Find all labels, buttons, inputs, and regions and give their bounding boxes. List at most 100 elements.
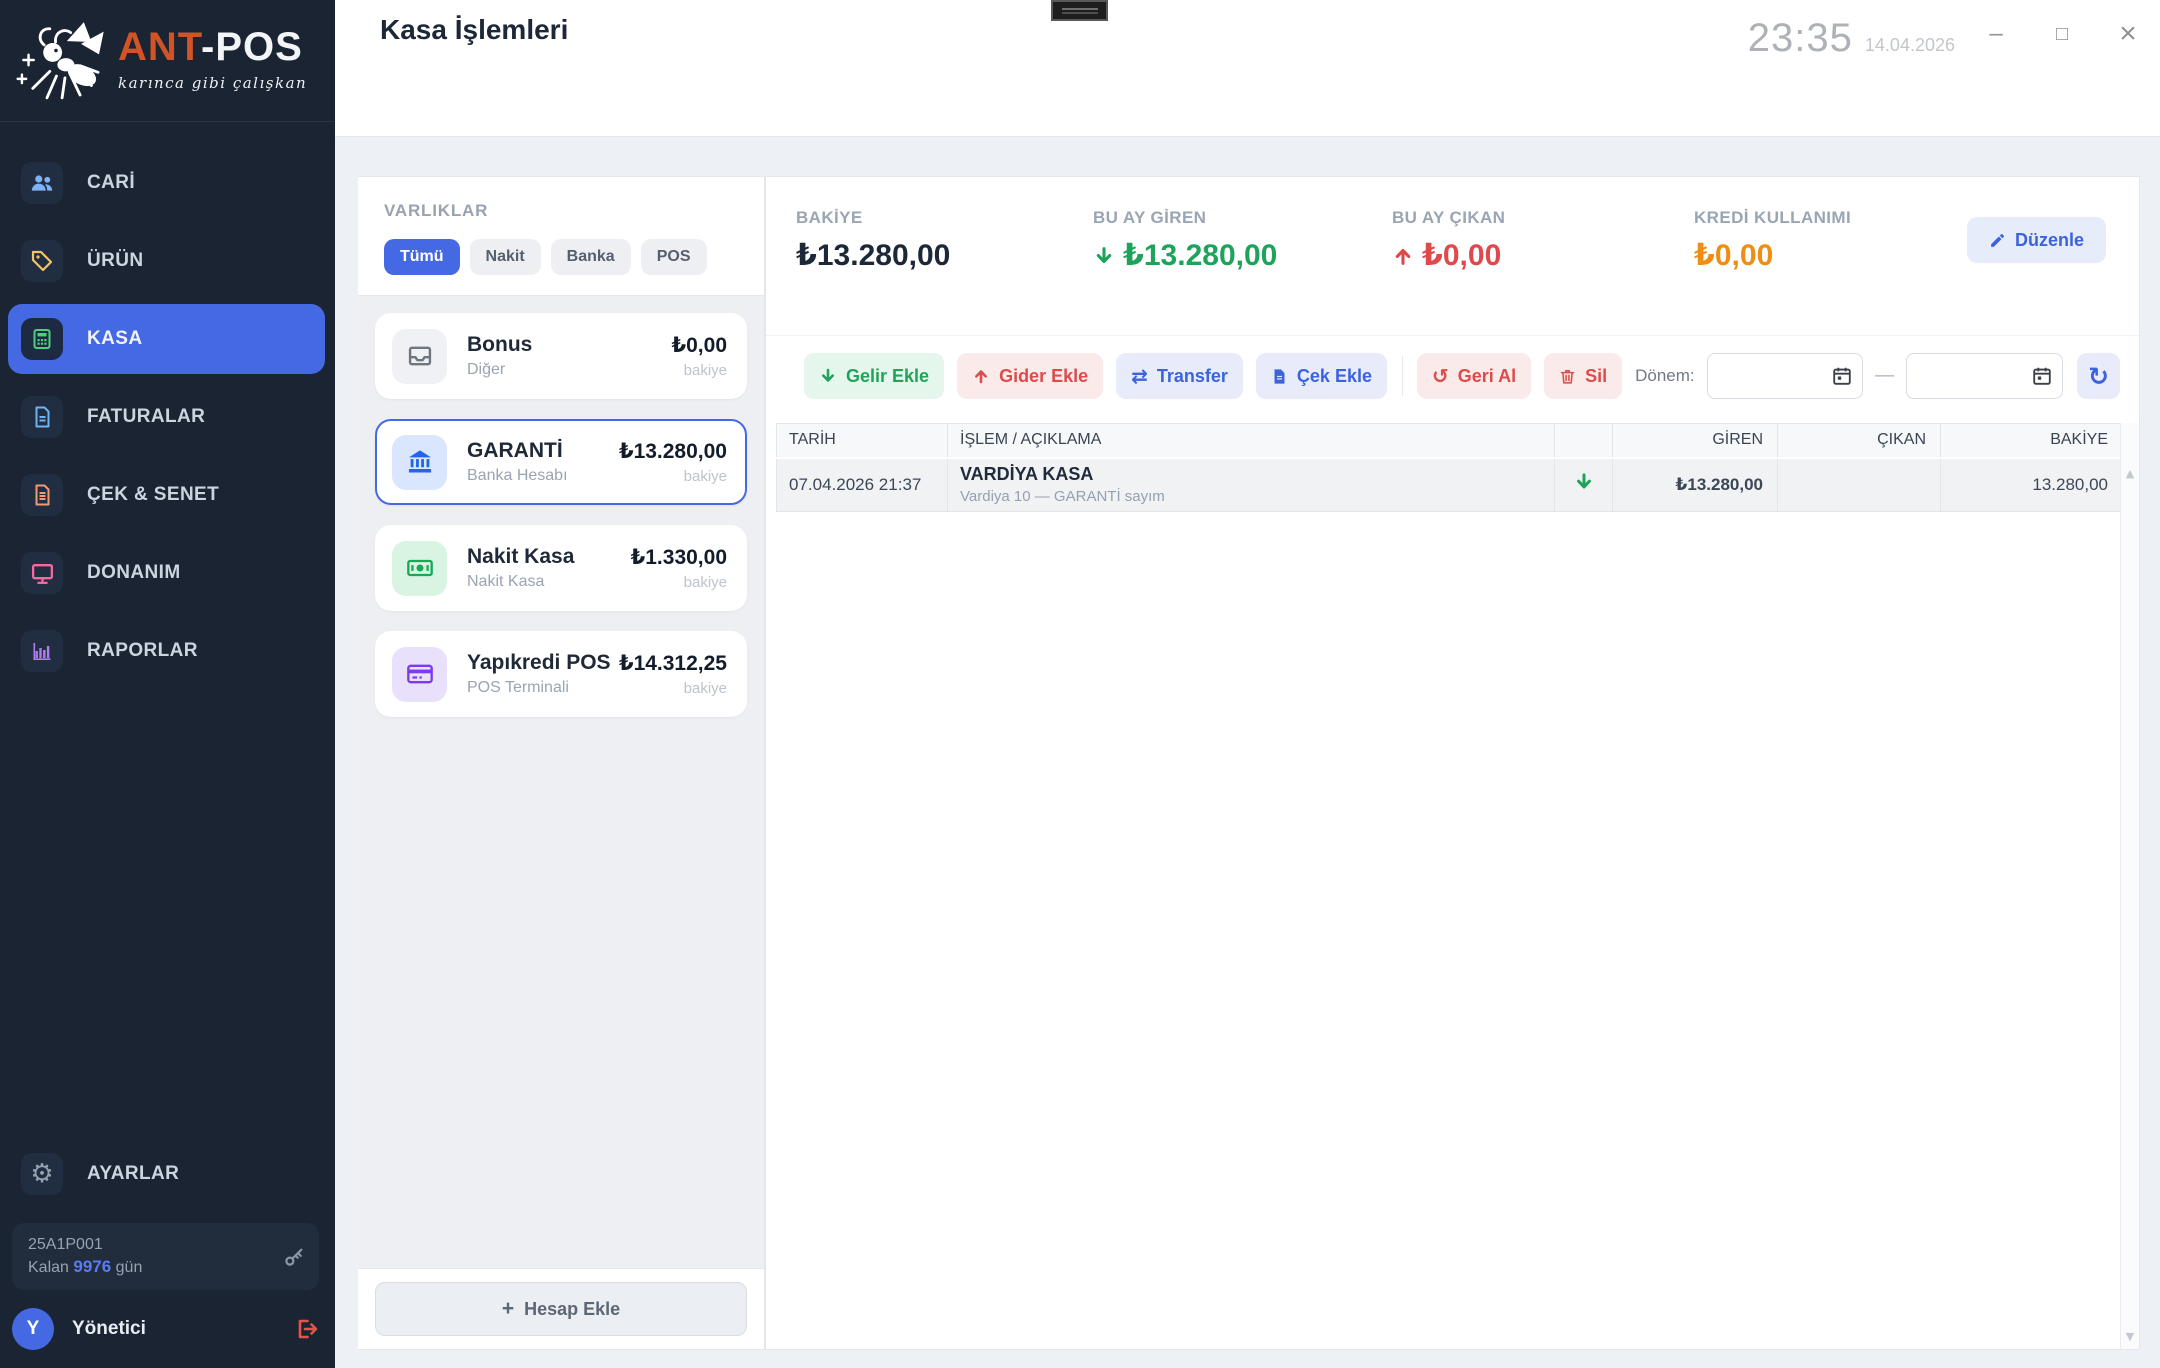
up-arrow-icon	[972, 367, 990, 385]
sidebar-item-donanim[interactable]: DONANIM	[8, 538, 325, 608]
account-list: Bonus Diğer ₺0,00 bakiye GARAN	[358, 295, 764, 1269]
calculator-icon	[21, 318, 63, 360]
sidebar-item-kasa[interactable]: KASA	[8, 304, 325, 374]
user-name: Yönetici	[72, 1318, 146, 1340]
sidebar-item-raporlar[interactable]: RAPORLAR	[8, 616, 325, 686]
filter-pos[interactable]: POS	[641, 239, 707, 275]
users-icon	[21, 162, 63, 204]
license-code: 25A1P001	[28, 1234, 303, 1256]
sidebar-item-faturalar[interactable]: FATURALAR	[8, 382, 325, 452]
add-income-button[interactable]: Gelir Ekle	[804, 353, 944, 399]
filter-nakit[interactable]: Nakit	[470, 239, 541, 275]
period-start-input[interactable]	[1707, 353, 1864, 399]
clock-date: 14.04.2026	[1865, 35, 1955, 56]
maximize-button[interactable]: □	[2048, 20, 2076, 48]
col-bakiye[interactable]: BAKİYE	[1941, 424, 2123, 458]
ant-logo-icon	[12, 11, 116, 109]
range-separator: —	[1875, 365, 1894, 387]
brand-name: ANT-POS	[118, 27, 307, 67]
app-logo: ANT-POS karınca gibi çalışkan	[0, 0, 335, 122]
stat-bu-ay-giren: BU AY GİREN ₺13.280,00	[1093, 208, 1277, 273]
bank-icon	[392, 435, 447, 490]
calendar-icon	[1831, 365, 1853, 387]
table-header-row: TARİH İŞLEM / AÇIKLAMA GİREN ÇIKAN BAKİY…	[777, 424, 2123, 458]
cell-cikan	[1778, 458, 1941, 512]
license-days-remaining: 9976	[73, 1257, 111, 1276]
app-window: ANT-POS karınca gibi çalışkan CARİ	[0, 0, 2160, 1368]
cheque-icon	[21, 474, 63, 516]
col-islem[interactable]: İŞLEM / AÇIKLAMA	[948, 424, 1555, 458]
delete-button[interactable]: Sil	[1544, 353, 1622, 399]
transfer-button[interactable]: ⇄ Transfer	[1116, 353, 1243, 399]
scroll-up-icon[interactable]: ▲	[2126, 467, 2134, 480]
period-end-input[interactable]	[1906, 353, 2063, 399]
sidebar-item-cek-senet[interactable]: ÇEK & SENET	[8, 460, 325, 530]
user-row: Y Yönetici	[0, 1306, 335, 1356]
account-card-yapikredi-pos[interactable]: Yapıkredi POS POS Terminali ₺14.312,25 b…	[375, 631, 747, 717]
refresh-icon: ↻	[2088, 364, 2109, 389]
gear-icon: ⚙	[21, 1153, 63, 1195]
key-icon[interactable]	[283, 1246, 305, 1268]
edit-button[interactable]: Düzenle	[1967, 217, 2106, 263]
bar-chart-icon	[21, 630, 63, 672]
window-drag-handle[interactable]	[1051, 0, 1108, 21]
table-row[interactable]: 07.04.2026 21:37 VARDİYA KASA Vardiya 10…	[777, 458, 2123, 512]
account-card-garanti[interactable]: GARANTİ Banka Hesabı ₺13.280,00 bakiye	[375, 419, 747, 505]
stat-kredi-kullanimi: KREDİ KULLANIMI ₺0,00	[1694, 208, 1851, 273]
assets-panel: VARLIKLAR Tümü Nakit Banka POS Bonus Diğ…	[358, 176, 765, 1350]
add-cheque-button[interactable]: Çek Ekle	[1256, 353, 1387, 399]
calendar-icon	[2031, 365, 2053, 387]
cell-operation: VARDİYA KASA Vardiya 10 — GARANTİ sayım	[948, 458, 1555, 512]
down-arrow-icon	[819, 367, 837, 385]
sidebar-menu: CARİ ÜRÜN	[0, 148, 335, 694]
cell-bakiye: 13.280,00	[1941, 458, 2123, 512]
toolbar: Gelir Ekle Gider Ekle ⇄ Transfer Çek Ekl…	[804, 353, 2120, 399]
page-title: Kasa İşlemleri	[380, 14, 568, 46]
account-card-bonus[interactable]: Bonus Diğer ₺0,00 bakiye	[375, 313, 747, 399]
account-card-nakit-kasa[interactable]: Nakit Kasa Nakit Kasa ₺1.330,00 bakiye	[375, 525, 747, 611]
col-cikan[interactable]: ÇIKAN	[1778, 424, 1941, 458]
license-box: 25A1P001 Kalan 9976 gün	[12, 1223, 319, 1290]
sidebar-item-cari[interactable]: CARİ	[8, 148, 325, 218]
transfer-icon: ⇄	[1131, 366, 1148, 386]
sidebar-item-ayarlar[interactable]: ⚙ AYARLAR	[8, 1139, 325, 1209]
stat-bakiye: BAKİYE ₺13.280,00	[796, 208, 950, 273]
filter-tumu[interactable]: Tümü	[384, 239, 460, 275]
down-arrow-icon	[1093, 245, 1115, 267]
up-arrow-icon	[1392, 245, 1414, 267]
asset-filters: Tümü Nakit Banka POS	[384, 239, 738, 275]
cell-giren: ₺13.280,00	[1613, 458, 1778, 512]
document-icon	[1271, 368, 1288, 385]
period-label: Dönem:	[1635, 366, 1695, 386]
clock-time: 23:35	[1748, 16, 1853, 61]
sidebar-item-urun[interactable]: ÜRÜN	[8, 226, 325, 296]
assets-panel-title: VARLIKLAR	[384, 201, 738, 221]
income-arrow-icon	[1574, 472, 1594, 492]
refresh-button[interactable]: ↻	[2077, 353, 2120, 399]
col-direction	[1555, 424, 1613, 458]
logout-icon[interactable]	[295, 1317, 319, 1341]
sidebar: ANT-POS karınca gibi çalışkan CARİ	[0, 0, 335, 1368]
plus-icon: +	[502, 1297, 514, 1321]
minimize-button[interactable]: –	[1982, 20, 2010, 48]
inbox-icon	[392, 329, 447, 384]
col-giren[interactable]: GİREN	[1613, 424, 1778, 458]
vertical-scrollbar[interactable]: ▲ ▼	[2120, 423, 2139, 1349]
banknote-icon	[392, 541, 447, 596]
header: Kasa İşlemleri 23:35 14.04.2026 – □ ×	[335, 0, 2160, 137]
stat-bu-ay-cikan: BU AY ÇIKAN ₺0,00	[1392, 208, 1505, 273]
undo-button[interactable]: ↺ Geri Al	[1417, 353, 1531, 399]
credit-card-icon	[392, 647, 447, 702]
cell-direction	[1555, 458, 1613, 512]
filter-banka[interactable]: Banka	[551, 239, 631, 275]
close-button[interactable]: ×	[2114, 20, 2142, 48]
cell-date: 07.04.2026 21:37	[777, 458, 948, 512]
cash-operations-panel: BAKİYE ₺13.280,00 BU AY GİREN ₺13.280,00…	[765, 176, 2140, 1350]
transactions-table: TARİH İŞLEM / AÇIKLAMA GİREN ÇIKAN BAKİY…	[776, 423, 2123, 512]
scroll-down-icon[interactable]: ▼	[2126, 1330, 2134, 1343]
add-expense-button[interactable]: Gider Ekle	[957, 353, 1103, 399]
brand-tagline: karınca gibi çalışkan	[118, 74, 307, 92]
col-tarih[interactable]: TARİH	[777, 424, 948, 458]
monitor-icon	[21, 552, 63, 594]
add-account-button[interactable]: + Hesap Ekle	[375, 1282, 747, 1336]
